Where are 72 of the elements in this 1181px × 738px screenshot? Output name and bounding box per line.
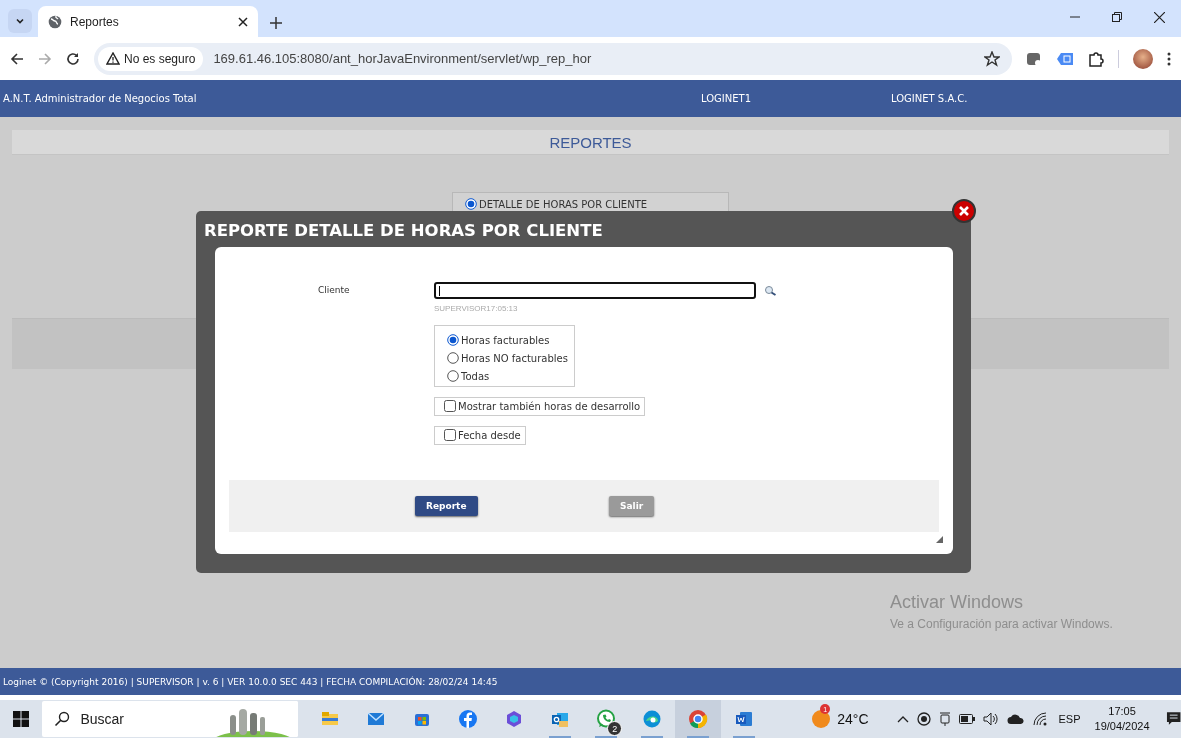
extension-icon[interactable]	[1026, 50, 1042, 67]
security-chip[interactable]: No es seguro	[98, 46, 204, 71]
back-icon[interactable]	[10, 51, 24, 66]
page-heading: REPORTES	[549, 133, 632, 151]
activation-subtitle: Ve a Configuración para activar Windows.	[890, 617, 1113, 631]
warning-icon	[106, 52, 120, 65]
radio-label: DETALLE DE HORAS POR CLIENTE	[479, 198, 648, 210]
search-icon[interactable]	[764, 285, 777, 296]
reload-icon[interactable]	[66, 51, 80, 66]
close-icon[interactable]	[1154, 12, 1165, 23]
dialog-title: REPORTE DETALLE DE HORAS POR CLIENTE	[204, 221, 603, 240]
app-icon	[642, 709, 663, 729]
f-logo-icon	[458, 709, 479, 729]
battery-icon[interactable]	[958, 714, 975, 724]
checkbox-label: Fecha desde	[458, 429, 521, 441]
taskbar-app[interactable]: 2	[583, 700, 630, 738]
menu-icon[interactable]	[1167, 51, 1171, 66]
wifi-icon[interactable]	[1032, 712, 1047, 726]
taskbar-app[interactable]	[675, 700, 722, 738]
temperature[interactable]: 24°C	[837, 711, 869, 727]
app-icon	[688, 709, 709, 729]
sun-icon	[811, 709, 832, 729]
client-field[interactable]	[434, 282, 756, 299]
user-name: LOGINET1	[701, 93, 752, 104]
star-icon[interactable]	[984, 50, 1000, 67]
profile-avatar[interactable]	[1133, 48, 1153, 69]
checkbox[interactable]	[444, 400, 456, 412]
checkbox[interactable]	[444, 429, 456, 441]
radio-button[interactable]	[447, 352, 459, 364]
taskbar-clock[interactable]: 17:05 19/04/2024	[1094, 704, 1150, 734]
speaker-icon[interactable]	[982, 712, 999, 726]
app-icon	[734, 709, 755, 729]
new-tab-icon[interactable]	[270, 17, 282, 29]
client-label: Cliente	[318, 285, 350, 295]
browser-tab[interactable]: Reportes	[38, 6, 258, 37]
restore-icon[interactable]	[1112, 12, 1122, 22]
tag-icon[interactable]	[1056, 51, 1074, 66]
puzzle-icon[interactable]	[1088, 50, 1104, 67]
report-button[interactable]: Reporte	[415, 496, 478, 516]
checkbox-label: Mostrar también horas de desarrollo	[458, 400, 641, 412]
notification-icon[interactable]	[1165, 711, 1181, 727]
search-field[interactable]: Buscar	[42, 701, 299, 737]
device-icon[interactable]	[938, 712, 951, 726]
close-icon[interactable]	[952, 199, 976, 223]
cloud-icon[interactable]	[1006, 713, 1025, 725]
radio-button[interactable]	[447, 370, 459, 382]
radio-button[interactable]	[465, 198, 477, 210]
app-title: A.N.T. Administrador de Negocios Total	[3, 93, 197, 104]
footer-text: Loginet © (Copyright 2016) | SUPERVISOR | v. 6 | VER 10.0.0 SEC 443 | FECHA COMPILACIÓN: 28/02/24 14:45	[3, 676, 498, 687]
input-language[interactable]: ESP	[1058, 713, 1081, 725]
search-placeholder: Buscar	[80, 711, 124, 727]
radio-button[interactable]	[447, 334, 459, 346]
company-name: LOGINET S.A.C.	[891, 93, 968, 104]
radio-label: Horas NO facturables	[461, 352, 568, 364]
notification-badge: 2	[607, 721, 623, 736]
tab-search-button[interactable]	[8, 9, 32, 33]
activation-title: Activar Windows	[890, 592, 1024, 613]
radio-label: Horas facturables	[461, 334, 550, 346]
record-icon[interactable]	[916, 712, 931, 726]
tab-title: Reportes	[70, 14, 120, 29]
radio-label: Todas	[461, 370, 490, 382]
search-icon	[54, 711, 71, 727]
resize-grip-icon[interactable]	[936, 536, 943, 543]
windows-start-icon[interactable]	[13, 711, 30, 727]
clock-time: 17:05	[1108, 704, 1136, 719]
globe-icon	[48, 14, 62, 29]
user-timestamp: SUPERVISOR17:05:13	[434, 304, 518, 313]
chevron-up-icon[interactable]	[896, 715, 909, 723]
address-url[interactable]: 169.61.46.105:8080/ant_horJavaEnvironment/servlet/wp_rep_hor	[213, 51, 974, 66]
clock-date: 19/04/2024	[1094, 719, 1150, 734]
close-icon[interactable]	[238, 16, 248, 27]
caret-icon	[15, 16, 25, 26]
